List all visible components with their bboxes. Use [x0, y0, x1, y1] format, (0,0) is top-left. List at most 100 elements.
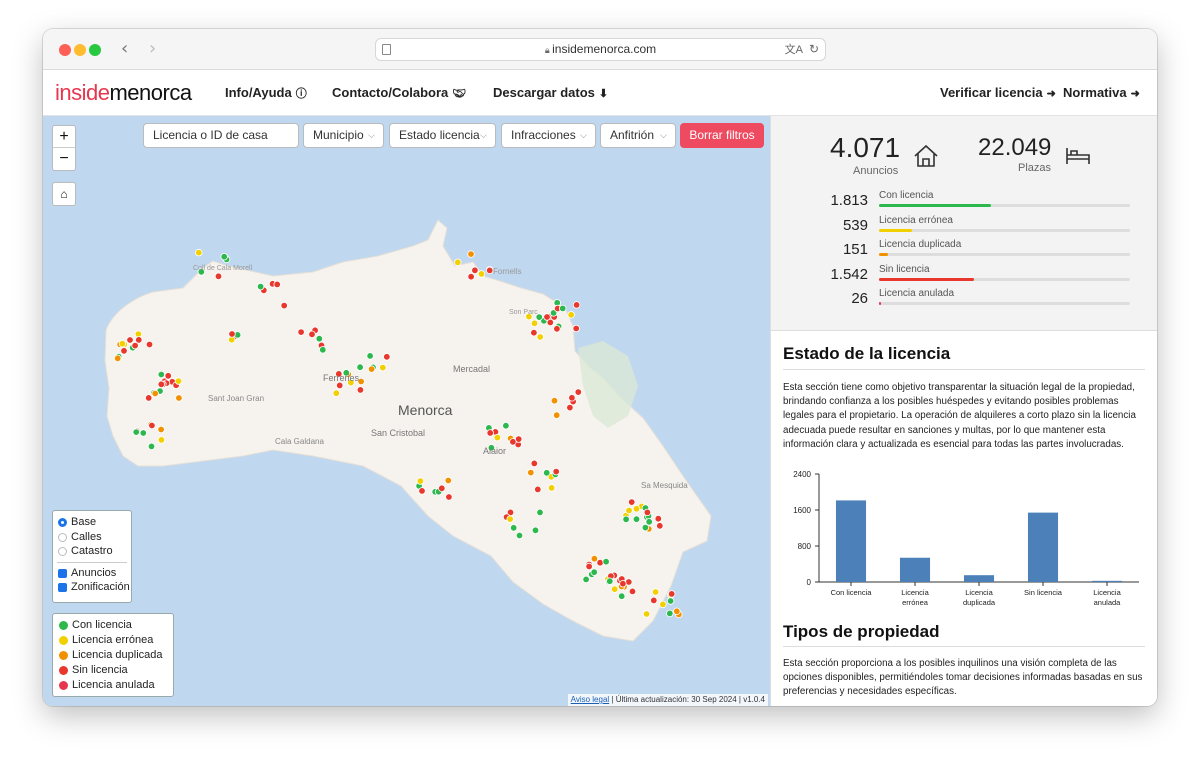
- listing-dot[interactable]: [666, 597, 675, 605]
- nav-contact[interactable]: Contacto/Colabora 🤝︎: [332, 85, 466, 100]
- listing-dot[interactable]: [625, 506, 633, 515]
- listing-dot[interactable]: [622, 515, 630, 523]
- site-logo[interactable]: insidemenorca: [55, 80, 192, 106]
- listing-dot[interactable]: [566, 403, 574, 412]
- listing-dot[interactable]: [530, 328, 538, 337]
- listing-dot[interactable]: [157, 425, 165, 434]
- listing-dot[interactable]: [590, 568, 598, 576]
- listing-dot[interactable]: [367, 365, 376, 373]
- listing-dot[interactable]: [543, 469, 551, 477]
- address-bar[interactable]: 🔒︎ insidemenorca.com 文A ↻: [375, 38, 826, 61]
- listing-dot[interactable]: [175, 394, 183, 402]
- listing-dot[interactable]: [602, 558, 610, 566]
- listing-dot[interactable]: [585, 562, 593, 571]
- listing-dot[interactable]: [151, 389, 159, 398]
- listing-dot[interactable]: [506, 515, 514, 523]
- listing-dot[interactable]: [574, 388, 582, 396]
- listing-dot[interactable]: [654, 515, 662, 523]
- listing-dot[interactable]: [632, 505, 641, 513]
- listing-dot[interactable]: [418, 487, 426, 495]
- listing-dot[interactable]: [486, 429, 494, 437]
- listing-dot[interactable]: [547, 484, 556, 492]
- listing-dot[interactable]: [471, 266, 479, 274]
- listing-dot[interactable]: [572, 301, 581, 309]
- listing-dot[interactable]: [132, 428, 140, 436]
- radio-selected[interactable]: [58, 518, 67, 527]
- listing-dot[interactable]: [157, 370, 165, 379]
- listing-dot[interactable]: [332, 389, 340, 397]
- listing-dot[interactable]: [214, 272, 223, 280]
- layer-base[interactable]: Base: [57, 515, 127, 530]
- zoom-in-button[interactable]: +: [53, 126, 75, 148]
- maximize-window-button[interactable]: [89, 44, 101, 56]
- listing-dot[interactable]: [628, 498, 636, 506]
- listing-dot[interactable]: [148, 421, 156, 430]
- listing-dot[interactable]: [174, 377, 183, 385]
- listing-dot[interactable]: [315, 334, 323, 343]
- listing-dot[interactable]: [530, 459, 538, 468]
- listing-dot[interactable]: [543, 313, 551, 321]
- checkbox-checked[interactable]: [58, 583, 67, 592]
- listing-dot[interactable]: [280, 301, 288, 310]
- listing-dot[interactable]: [530, 319, 539, 327]
- listing-dot[interactable]: [553, 325, 561, 333]
- listing-dot[interactable]: [628, 587, 637, 596]
- listing-dot[interactable]: [651, 588, 660, 596]
- listing-dot[interactable]: [641, 523, 650, 532]
- listing-dot[interactable]: [144, 394, 153, 402]
- listing-dot[interactable]: [319, 346, 327, 354]
- home-icon[interactable]: ⌂: [53, 183, 75, 205]
- listing-dot[interactable]: [550, 397, 559, 405]
- zoom-out-button[interactable]: −: [53, 148, 75, 170]
- listing-dot[interactable]: [656, 522, 664, 530]
- listing-dot[interactable]: [416, 477, 425, 485]
- listing-dot[interactable]: [113, 354, 122, 362]
- listing-dot[interactable]: [611, 585, 619, 593]
- listing-dot[interactable]: [147, 442, 156, 451]
- listing-dot[interactable]: [486, 266, 494, 275]
- listing-dot[interactable]: [493, 433, 502, 442]
- listing-dot[interactable]: [454, 258, 462, 266]
- nav-info[interactable]: Info/Ayuda ⓘ: [225, 85, 307, 101]
- reload-icon[interactable]: ↻: [809, 39, 819, 60]
- listing-dot[interactable]: [228, 330, 236, 338]
- listing-dot[interactable]: [356, 386, 365, 394]
- back-icon[interactable]: ‹: [121, 38, 128, 59]
- listing-dot[interactable]: [336, 381, 344, 390]
- listing-dot[interactable]: [553, 411, 561, 419]
- listing-dot[interactable]: [477, 270, 486, 278]
- radio[interactable]: [58, 532, 67, 542]
- listing-dot[interactable]: [444, 476, 452, 485]
- translate-icon[interactable]: 文A: [785, 40, 803, 61]
- listing-dot[interactable]: [126, 336, 134, 344]
- listing-dot[interactable]: [536, 333, 544, 341]
- listing-dot[interactable]: [256, 282, 265, 291]
- listing-dot[interactable]: [552, 467, 560, 476]
- anfitrion-select[interactable]: Anfitrión ⌵: [600, 123, 676, 148]
- legal-link[interactable]: Aviso legal: [571, 695, 610, 704]
- listing-dot[interactable]: [619, 580, 627, 588]
- listing-dot[interactable]: [356, 363, 364, 371]
- listing-dot[interactable]: [515, 531, 524, 540]
- listing-dot[interactable]: [642, 610, 651, 618]
- minimize-window-button[interactable]: [74, 44, 86, 56]
- listing-dot[interactable]: [135, 336, 143, 344]
- listing-dot[interactable]: [467, 250, 475, 258]
- listing-dot[interactable]: [297, 328, 305, 336]
- listing-dot[interactable]: [220, 252, 228, 261]
- listing-dot[interactable]: [534, 485, 542, 494]
- listing-dot[interactable]: [618, 592, 626, 600]
- municipio-select[interactable]: Municipio ⌵: [303, 123, 384, 148]
- forward-icon[interactable]: ›: [149, 38, 156, 59]
- listing-dot[interactable]: [164, 372, 172, 380]
- listing-dot[interactable]: [668, 590, 676, 598]
- infracciones-select[interactable]: Infracciones ⌵: [501, 123, 596, 148]
- search-input[interactable]: Licencia o ID de casa: [143, 123, 299, 148]
- listing-dot[interactable]: [120, 347, 128, 355]
- listing-dot[interactable]: [582, 575, 590, 584]
- map-view[interactable]: Menorca Ferreries Mercadal Sant Joan Gran Sa…: [43, 116, 770, 706]
- clear-filters-button[interactable]: Borrar filtros: [680, 123, 764, 148]
- listing-dot[interactable]: [502, 422, 510, 430]
- listing-dot[interactable]: [510, 524, 518, 532]
- layer-cadastre[interactable]: Catastro: [57, 544, 127, 559]
